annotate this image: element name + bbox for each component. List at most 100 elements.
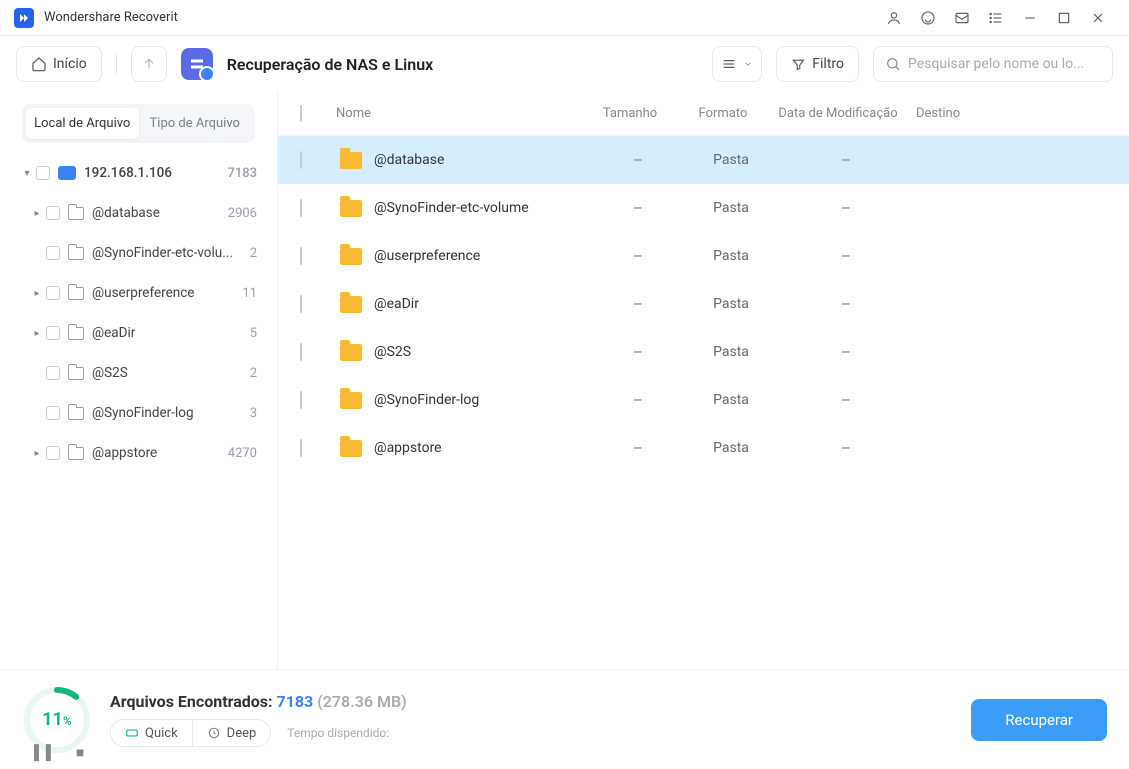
row-name: @S2S xyxy=(374,344,590,360)
main: Local de Arquivo Tipo de Arquivo ▾ 192.1… xyxy=(0,92,1129,669)
checkbox[interactable] xyxy=(300,151,302,169)
user-icon[interactable] xyxy=(877,0,911,36)
row-format: Pasta xyxy=(686,248,776,264)
tree-item[interactable]: ▸@eaDir5 xyxy=(12,313,265,353)
tab-location[interactable]: Local de Arquivo xyxy=(26,108,139,139)
tree-item-label: @S2S xyxy=(92,365,244,381)
tree-item-count: 4270 xyxy=(228,446,257,461)
tree-root-label: 192.168.1.106 xyxy=(84,165,221,181)
checkbox[interactable] xyxy=(46,446,60,460)
deep-scan[interactable]: Deep xyxy=(192,720,271,746)
tree-root[interactable]: ▾ 192.168.1.106 7183 xyxy=(12,153,265,193)
table-header: Nome Tamanho Formato Data de Modificação… xyxy=(278,92,1129,136)
tree-item-count: 11 xyxy=(242,286,257,301)
checkbox[interactable] xyxy=(300,343,302,361)
content: Nome Tamanho Formato Data de Modificação… xyxy=(278,92,1129,669)
checkbox[interactable] xyxy=(300,391,302,409)
close-icon[interactable] xyxy=(1081,0,1115,36)
table-row[interactable]: @S2S--Pasta-- xyxy=(278,328,1129,376)
table-row[interactable]: @appstore--Pasta-- xyxy=(278,424,1129,472)
row-modified: -- xyxy=(776,248,916,264)
toolbar: Início Recuperação de NAS e Linux Filtro xyxy=(0,36,1129,92)
found-size: (278.36 MB) xyxy=(313,692,407,711)
checkbox[interactable] xyxy=(46,366,60,380)
tree-item[interactable]: ▸@userpreference11 xyxy=(12,273,265,313)
titlebar: Wondershare Recoverit xyxy=(0,0,1129,36)
checkbox[interactable] xyxy=(46,326,60,340)
folder-icon xyxy=(340,200,362,217)
table-row[interactable]: @userpreference--Pasta-- xyxy=(278,232,1129,280)
folder-icon xyxy=(340,296,362,313)
checkbox-all[interactable] xyxy=(300,105,302,122)
home-button[interactable]: Início xyxy=(16,46,102,82)
row-name: @SynoFinder-log xyxy=(374,392,590,408)
folder-icon xyxy=(68,287,84,300)
th-modified[interactable]: Data de Modificação xyxy=(768,106,908,121)
folder-icon xyxy=(340,152,362,169)
sidebar-tabs: Local de Arquivo Tipo de Arquivo xyxy=(22,104,255,143)
support-icon[interactable] xyxy=(911,0,945,36)
stop-button[interactable]: ■ xyxy=(76,744,86,761)
tree-item[interactable]: @SynoFinder-etc-volu...2 xyxy=(12,233,265,273)
table-row[interactable]: @SynoFinder-etc-volume--Pasta-- xyxy=(278,184,1129,232)
quick-scan[interactable]: Quick xyxy=(111,720,192,746)
filter-button[interactable]: Filtro xyxy=(776,46,859,82)
checkbox[interactable] xyxy=(46,406,60,420)
tree-item-count: 2 xyxy=(250,366,257,381)
progress-unit: % xyxy=(63,714,72,728)
minimize-icon[interactable] xyxy=(1013,0,1047,36)
checkbox[interactable] xyxy=(46,206,60,220)
search-input[interactable] xyxy=(873,46,1113,82)
row-size: -- xyxy=(590,392,686,408)
tree-item-label: @eaDir xyxy=(92,325,244,341)
tree-item-label: @userpreference xyxy=(92,285,236,301)
row-format: Pasta xyxy=(686,440,776,456)
folder-icon xyxy=(68,447,84,460)
checkbox[interactable] xyxy=(46,286,60,300)
table-row[interactable]: @database--Pasta-- xyxy=(278,136,1129,184)
tree-item-count: 2 xyxy=(250,246,257,261)
tree-item[interactable]: @S2S 2 xyxy=(12,353,265,393)
checkbox[interactable] xyxy=(36,166,50,180)
checkbox[interactable] xyxy=(46,246,60,260)
pause-button[interactable]: ▌▌ xyxy=(34,744,58,761)
row-modified: -- xyxy=(776,344,916,360)
checkbox[interactable] xyxy=(300,247,302,265)
tree-item-count: 3 xyxy=(250,406,257,421)
row-format: Pasta xyxy=(686,344,776,360)
tree-item-label: @database xyxy=(92,205,222,221)
feedback-icon[interactable] xyxy=(945,0,979,36)
chevron-right-icon: ▸ xyxy=(30,448,44,459)
folder-icon xyxy=(68,407,84,420)
scan-mode-toggle[interactable]: Quick Deep xyxy=(110,719,271,747)
row-size: -- xyxy=(590,344,686,360)
row-format: Pasta xyxy=(686,200,776,216)
chevron-right-icon: ▸ xyxy=(30,208,44,219)
app-title: Wondershare Recoverit xyxy=(44,10,178,25)
table-row[interactable]: @SynoFinder-log--Pasta-- xyxy=(278,376,1129,424)
th-dest[interactable]: Destino xyxy=(908,106,1107,121)
view-button[interactable] xyxy=(712,46,762,82)
tree-item[interactable]: @SynoFinder-log3 xyxy=(12,393,265,433)
recover-button[interactable]: Recuperar xyxy=(971,699,1107,741)
maximize-icon[interactable] xyxy=(1047,0,1081,36)
divider xyxy=(116,53,117,75)
th-name[interactable]: Nome xyxy=(330,106,582,121)
row-name: @appstore xyxy=(374,440,590,456)
folder-icon xyxy=(68,247,84,260)
th-size[interactable]: Tamanho xyxy=(582,106,678,121)
th-format[interactable]: Formato xyxy=(678,106,768,121)
table-row[interactable]: @eaDir--Pasta-- xyxy=(278,280,1129,328)
folder-icon xyxy=(68,207,84,220)
row-name: @userpreference xyxy=(374,248,590,264)
checkbox[interactable] xyxy=(300,295,302,313)
checkbox[interactable] xyxy=(300,199,302,217)
tree-item[interactable]: ▸@database2906 xyxy=(12,193,265,233)
checkbox[interactable] xyxy=(300,439,302,457)
time-label: Tempo dispendido: xyxy=(287,726,389,740)
list-icon[interactable] xyxy=(979,0,1013,36)
tab-type[interactable]: Tipo de Arquivo xyxy=(139,108,252,139)
row-format: Pasta xyxy=(686,152,776,168)
up-button[interactable] xyxy=(131,46,167,82)
tree-item[interactable]: ▸@appstore4270 xyxy=(12,433,265,473)
